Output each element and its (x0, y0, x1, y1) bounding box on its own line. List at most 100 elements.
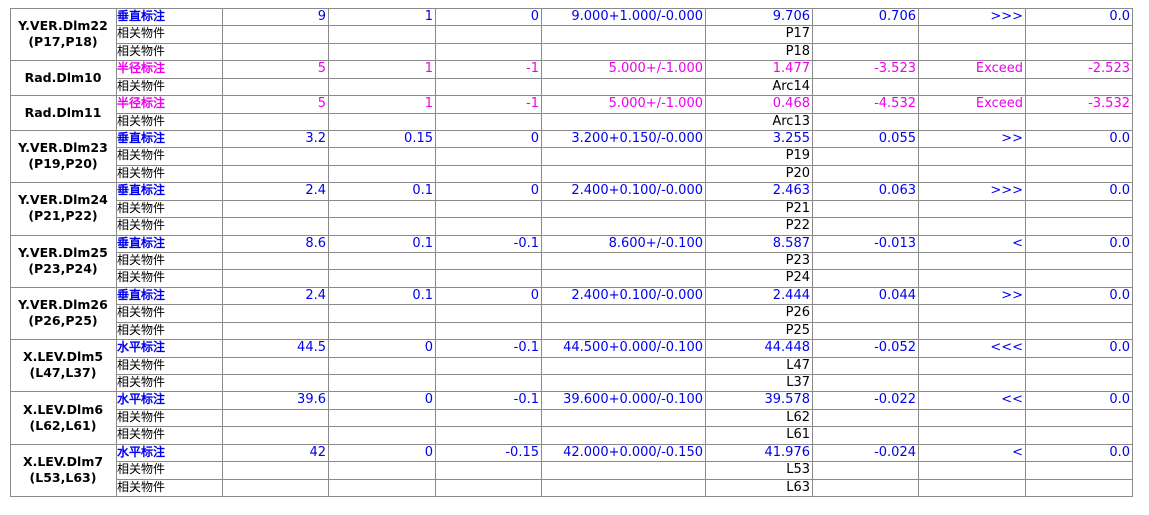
dimension-name: X.LEV.Dlm6 (22, 401, 104, 417)
nominal-value: 3.2 (305, 131, 326, 146)
related-object-label: 相关物件 (117, 427, 166, 442)
related-object-name: P23 (785, 253, 810, 269)
related-object-label: 相关物件 (117, 113, 166, 128)
dimension-type: 垂直标注 (117, 235, 166, 250)
out-of-tolerance-value: 0.0 (1109, 183, 1130, 199)
related-object-name: P21 (785, 200, 810, 216)
grid-line (116, 25, 1133, 26)
dimension-label: X.LEV.Dlm7 (L53,L63) (10, 444, 116, 496)
grid-line (116, 217, 1133, 218)
grid-line (116, 165, 1133, 166)
nominal-value: 5 (317, 61, 326, 77)
deviation-indicator: Exceed (975, 61, 1023, 77)
dimension-refs: (P19,P20) (28, 156, 98, 172)
grid-line (116, 357, 1133, 358)
out-of-tolerance-value: -3.532 (1088, 96, 1130, 112)
upper-tolerance: 0 (424, 340, 433, 356)
measured-value: 3.255 (772, 131, 810, 146)
related-object-label: 相关物件 (117, 409, 166, 424)
dimension-label: Rad.Dlm11 (10, 95, 116, 130)
related-object-name: L47 (786, 357, 810, 373)
deviation-value: -0.013 (874, 235, 916, 251)
related-object-name: L61 (786, 427, 810, 443)
grid-line (116, 461, 1133, 462)
deviation-value: -0.024 (874, 444, 916, 460)
related-object-name: L62 (786, 409, 810, 425)
tolerance-spec: 44.500+0.000/-0.100 (563, 340, 703, 356)
grid-line (116, 374, 1133, 375)
dimension-type: 半径标注 (117, 96, 166, 111)
related-object-label: 相关物件 (117, 270, 166, 285)
related-object-name: L53 (786, 462, 810, 478)
dimension-name: Rad.Dlm10 (24, 69, 102, 85)
upper-tolerance: 0.15 (404, 131, 433, 146)
related-object-label: 相关物件 (117, 253, 166, 268)
measured-value: 2.444 (772, 287, 810, 303)
related-object-label: 相关物件 (117, 375, 166, 390)
related-object-label: 相关物件 (117, 26, 166, 41)
dimension-type: 垂直标注 (117, 131, 166, 145)
deviation-value: -0.052 (874, 340, 916, 356)
out-of-tolerance-value: 0.0 (1109, 392, 1130, 408)
related-object-name: Arc13 (772, 113, 810, 129)
related-object-name: L63 (786, 479, 810, 495)
tolerance-spec: 42.000+0.000/-0.150 (563, 444, 703, 460)
dimension-name: Rad.Dlm11 (24, 104, 102, 120)
lower-tolerance: 0 (530, 183, 539, 199)
deviation-indicator: >> (1001, 131, 1023, 146)
inspection-report-table: Y.VER.Dlm22 (P17,P18) 垂直标注 9 1 0 9.000+1.000/-… (10, 8, 1133, 498)
dimension-label: X.LEV.Dlm5 (L47,L37) (10, 339, 116, 391)
measured-value: 1.477 (772, 61, 810, 77)
deviation-indicator: Exceed (975, 96, 1023, 112)
grid-line (116, 426, 1133, 427)
grid-line (10, 8, 1133, 9)
dimension-refs: (P23,P24) (28, 260, 98, 276)
lower-tolerance: 0 (530, 9, 539, 24)
measured-value: 9.706 (772, 9, 810, 24)
measured-value: 44.448 (764, 340, 811, 356)
nominal-value: 2.4 (305, 287, 326, 303)
lower-tolerance: 0 (530, 287, 539, 303)
dimension-type: 水平标注 (117, 444, 166, 459)
out-of-tolerance-value: 0.0 (1109, 340, 1130, 356)
related-object-name: P17 (785, 26, 810, 42)
grid-line (10, 8, 11, 498)
grid-line (10, 287, 1133, 288)
deviation-indicator: >>> (990, 183, 1023, 199)
grid-line (10, 60, 1133, 61)
grid-line (10, 95, 1133, 96)
related-object-name: P26 (785, 305, 810, 321)
nominal-value: 2.4 (305, 183, 326, 199)
grid-line (116, 479, 1133, 480)
deviation-value: -0.022 (874, 392, 916, 408)
lower-tolerance: -0.1 (513, 392, 539, 408)
upper-tolerance: 0 (424, 392, 433, 408)
grid-line (116, 113, 1133, 114)
dimension-type: 垂直标注 (117, 183, 166, 198)
related-object-label: 相关物件 (117, 305, 166, 320)
dimension-refs: (L47,L37) (29, 365, 97, 381)
related-object-name: P20 (785, 165, 810, 181)
related-object-name: L37 (786, 375, 810, 391)
upper-tolerance: 0 (424, 444, 433, 460)
nominal-value: 42 (309, 444, 326, 460)
upper-tolerance: 1 (424, 96, 433, 112)
dimension-type: 半径标注 (117, 61, 166, 76)
lower-tolerance: 0 (530, 131, 539, 146)
dimension-name: X.LEV.Dlm7 (22, 453, 104, 469)
nominal-value: 44.5 (297, 340, 326, 356)
dimension-name: X.LEV.Dlm5 (22, 349, 104, 365)
measured-value: 2.463 (772, 183, 810, 199)
grid-line (10, 391, 1133, 392)
nominal-value: 9 (317, 9, 326, 24)
dimension-name: Y.VER.Dlm22 (18, 18, 108, 34)
tolerance-spec: 8.600+/-0.100 (608, 235, 703, 251)
deviation-value: 0.063 (878, 183, 916, 199)
out-of-tolerance-value: 0.0 (1109, 444, 1130, 460)
nominal-value: 39.6 (297, 392, 326, 408)
deviation-value: 0.044 (878, 287, 916, 303)
lower-tolerance: -1 (526, 96, 539, 112)
dimension-type: 垂直标注 (117, 9, 166, 23)
related-object-label: 相关物件 (117, 200, 166, 215)
dimension-refs: (L62,L61) (29, 417, 97, 433)
